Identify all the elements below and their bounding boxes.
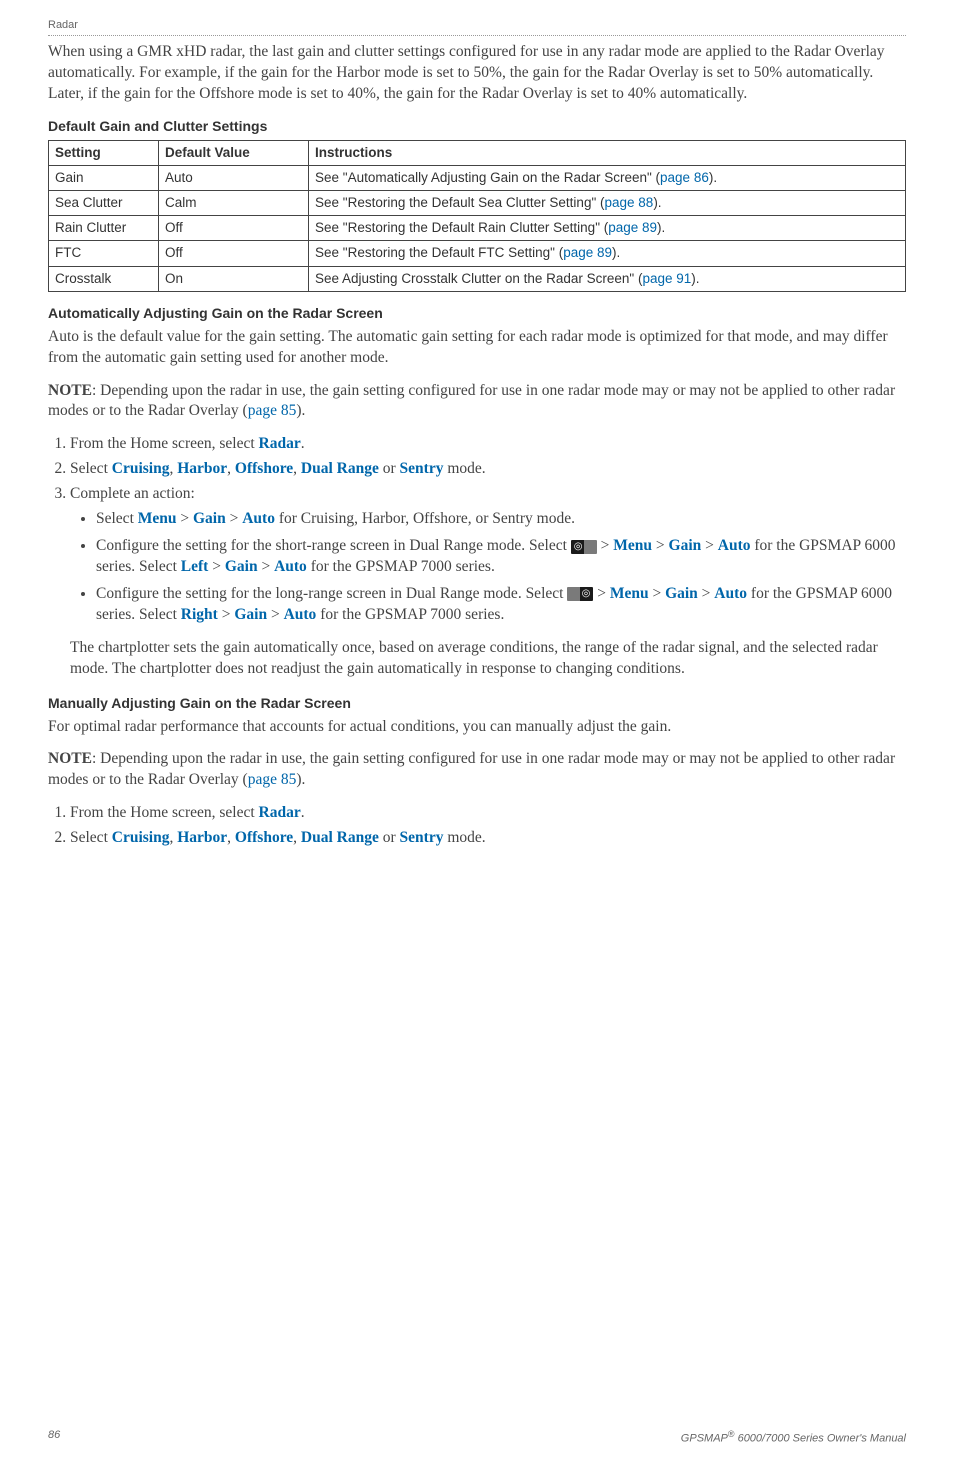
- cell-setting: Crosstalk: [49, 266, 159, 291]
- gain-label: Gain: [234, 606, 267, 623]
- gain-label: Gain: [665, 585, 698, 602]
- product-title: GPSMAP® 6000/7000 Series Owner's Manual: [681, 1428, 906, 1447]
- note-label: NOTE: [48, 382, 92, 399]
- page-content: Radar When using a GMR xHD radar, the la…: [0, 0, 954, 849]
- auto-section-title: Automatically Adjusting Gain on the Rada…: [48, 304, 906, 323]
- page-link[interactable]: page 89: [608, 220, 657, 235]
- mode-cruising: Cruising: [112, 460, 170, 477]
- short-range-icon: ◎: [571, 540, 597, 554]
- cell-instructions: See "Restoring the Default FTC Setting" …: [309, 241, 906, 266]
- page-number: 86: [48, 1428, 60, 1447]
- gain-label: Gain: [669, 537, 702, 554]
- cell-instructions: See Adjusting Crosstalk Clutter on the R…: [309, 266, 906, 291]
- step-item: Select Cruising, Harbor, Offshore, Dual …: [70, 459, 906, 480]
- cell-default: On: [159, 266, 309, 291]
- cell-instructions: See "Restoring the Default Rain Clutter …: [309, 216, 906, 241]
- page-link[interactable]: page 85: [248, 771, 297, 788]
- table-row: Crosstalk On See Adjusting Crosstalk Clu…: [49, 266, 906, 291]
- auto-label: Auto: [714, 585, 747, 602]
- table-title: Default Gain and Clutter Settings: [48, 117, 906, 136]
- auto-closing: The chartplotter sets the gain automatic…: [70, 638, 906, 680]
- header-rule: [48, 35, 906, 36]
- cell-setting: Gain: [49, 165, 159, 190]
- right-label: Right: [181, 606, 218, 623]
- mode-offshore: Offshore: [235, 829, 293, 846]
- radar-link[interactable]: Radar: [259, 435, 301, 452]
- gain-label: Gain: [193, 510, 226, 527]
- auto-label: Auto: [718, 537, 751, 554]
- th-default: Default Value: [159, 140, 309, 165]
- auto-bullets: Select Menu > Gain > Auto for Cruising, …: [70, 509, 906, 626]
- page-footer: 86 GPSMAP® 6000/7000 Series Owner's Manu…: [48, 1428, 906, 1447]
- table-row: Sea Clutter Calm See "Restoring the Defa…: [49, 190, 906, 215]
- page-link[interactable]: page 91: [642, 271, 691, 286]
- note-label: NOTE: [48, 750, 92, 767]
- manual-description: For optimal radar performance that accou…: [48, 717, 906, 738]
- menu-label: Menu: [138, 510, 177, 527]
- cell-default: Off: [159, 216, 309, 241]
- step-item: Complete an action: Select Menu > Gain >…: [70, 484, 906, 626]
- page-link[interactable]: page 86: [660, 170, 709, 185]
- cell-default: Auto: [159, 165, 309, 190]
- step-item: From the Home screen, select Radar.: [70, 434, 906, 455]
- manual-section-title: Manually Adjusting Gain on the Radar Scr…: [48, 694, 906, 713]
- cell-setting: FTC: [49, 241, 159, 266]
- auto-note: NOTE: Depending upon the radar in use, t…: [48, 381, 906, 423]
- mode-dual-range: Dual Range: [301, 829, 379, 846]
- auto-label: Auto: [284, 606, 317, 623]
- table-header-row: Setting Default Value Instructions: [49, 140, 906, 165]
- auto-label: Auto: [242, 510, 275, 527]
- manual-note: NOTE: Depending upon the radar in use, t…: [48, 749, 906, 791]
- mode-dual-range: Dual Range: [301, 460, 379, 477]
- mode-cruising: Cruising: [112, 829, 170, 846]
- table-row: FTC Off See "Restoring the Default FTC S…: [49, 241, 906, 266]
- page-link[interactable]: page 85: [248, 402, 297, 419]
- menu-label: Menu: [613, 537, 652, 554]
- cell-setting: Sea Clutter: [49, 190, 159, 215]
- menu-label: Menu: [610, 585, 649, 602]
- mode-harbor: Harbor: [177, 829, 227, 846]
- table-row: Rain Clutter Off See "Restoring the Defa…: [49, 216, 906, 241]
- manual-steps-list: From the Home screen, select Radar. Sele…: [48, 803, 906, 849]
- gain-label: Gain: [225, 558, 258, 575]
- step-item: From the Home screen, select Radar.: [70, 803, 906, 824]
- mode-sentry: Sentry: [400, 460, 444, 477]
- cell-default: Off: [159, 241, 309, 266]
- bullet-item: Configure the setting for the short-rang…: [96, 536, 906, 578]
- cell-instructions: See "Automatically Adjusting Gain on the…: [309, 165, 906, 190]
- th-setting: Setting: [49, 140, 159, 165]
- intro-paragraph: When using a GMR xHD radar, the last gai…: [48, 42, 906, 105]
- th-instructions: Instructions: [309, 140, 906, 165]
- cell-setting: Rain Clutter: [49, 216, 159, 241]
- left-label: Left: [181, 558, 209, 575]
- cell-instructions: See "Restoring the Default Sea Clutter S…: [309, 190, 906, 215]
- header-section-label: Radar: [48, 18, 906, 35]
- table-row: Gain Auto See "Automatically Adjusting G…: [49, 165, 906, 190]
- step-item: Select Cruising, Harbor, Offshore, Dual …: [70, 828, 906, 849]
- radar-link[interactable]: Radar: [259, 804, 301, 821]
- auto-description: Auto is the default value for the gain s…: [48, 327, 906, 369]
- mode-harbor: Harbor: [177, 460, 227, 477]
- page-link[interactable]: page 88: [605, 195, 654, 210]
- bullet-item: Configure the setting for the long-range…: [96, 584, 906, 626]
- settings-table: Setting Default Value Instructions Gain …: [48, 140, 906, 292]
- cell-default: Calm: [159, 190, 309, 215]
- auto-steps-list: From the Home screen, select Radar. Sele…: [48, 434, 906, 625]
- mode-sentry: Sentry: [400, 829, 444, 846]
- bullet-item: Select Menu > Gain > Auto for Cruising, …: [96, 509, 906, 530]
- long-range-icon: ◎: [567, 587, 593, 601]
- auto-label: Auto: [274, 558, 307, 575]
- page-link[interactable]: page 89: [563, 245, 612, 260]
- mode-offshore: Offshore: [235, 460, 293, 477]
